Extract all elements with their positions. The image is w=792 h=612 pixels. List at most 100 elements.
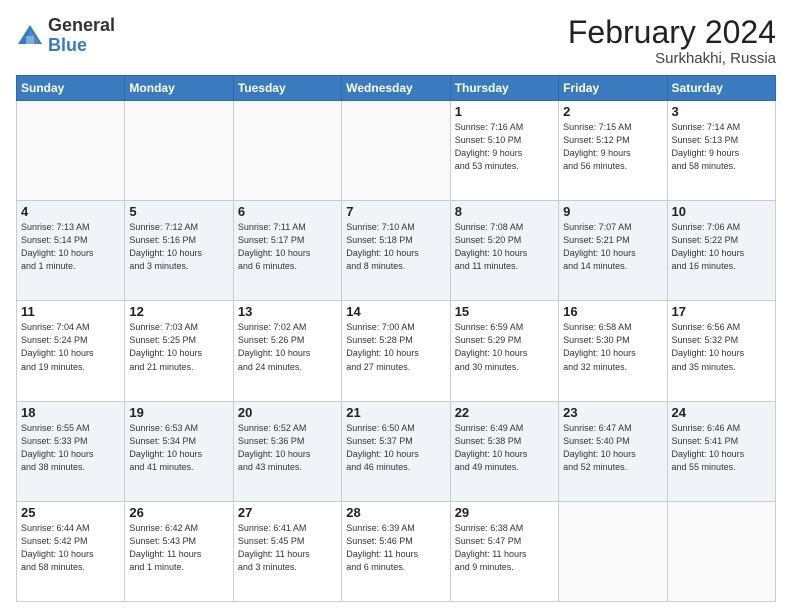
table-row: 28 Sunrise: 6:39 AM Sunset: 5:46 PM Dayli… bbox=[342, 501, 450, 601]
title-month: February 2024 bbox=[568, 16, 776, 48]
cell-info: Sunrise: 6:58 AM Sunset: 5:30 PM Dayligh… bbox=[563, 321, 662, 373]
logo-general-text: General bbox=[48, 15, 115, 35]
table-row: 19Sunrise: 6:53 AM Sunset: 5:34 PM Dayli… bbox=[125, 401, 233, 501]
calendar-row-1: 4 Sunrise: 7:13 AM Sunset: 5:14 PM Daylig… bbox=[17, 201, 776, 301]
table-row: 5 Sunrise: 7:12 AM Sunset: 5:16 PM Daylig… bbox=[125, 201, 233, 301]
cell-info: Sunrise: 6:52 AM Sunset: 5:36 PM Dayligh… bbox=[238, 422, 337, 474]
cell-day-number: 24 bbox=[672, 405, 771, 420]
table-row: 26 Sunrise: 6:42 AM Sunset: 5:43 PM Dayli… bbox=[125, 501, 233, 601]
cell-day-number: 7 bbox=[346, 204, 445, 219]
table-row: 10Sunrise: 7:06 AM Sunset: 5:22 PM Dayli… bbox=[667, 201, 775, 301]
table-row: 23Sunrise: 6:47 AM Sunset: 5:40 PM Dayli… bbox=[559, 401, 667, 501]
cell-info: Sunrise: 7:07 AM Sunset: 5:21 PM Dayligh… bbox=[563, 221, 662, 273]
cell-day-number: 3 bbox=[672, 104, 771, 119]
cell-day-number: 28 bbox=[346, 505, 445, 520]
cell-info: Sunrise: 6:44 AM Sunset: 5:42 PM Dayligh… bbox=[21, 522, 120, 574]
cell-info: Sunrise: 7:10 AM Sunset: 5:18 PM Dayligh… bbox=[346, 221, 445, 273]
table-row: 11 Sunrise: 7:04 AM Sunset: 5:24 PM Dayli… bbox=[17, 301, 125, 401]
table-row bbox=[559, 501, 667, 601]
col-sunday: Sunday bbox=[17, 76, 125, 101]
cell-info: Sunrise: 6:41 AM Sunset: 5:45 PM Dayligh… bbox=[238, 522, 337, 574]
table-row: 16Sunrise: 6:58 AM Sunset: 5:30 PM Dayli… bbox=[559, 301, 667, 401]
cell-info: Sunrise: 6:39 AM Sunset: 5:46 PM Dayligh… bbox=[346, 522, 445, 574]
cell-day-number: 10 bbox=[672, 204, 771, 219]
table-row: 1Sunrise: 7:16 AM Sunset: 5:10 PM Daylig… bbox=[450, 101, 558, 201]
col-tuesday: Tuesday bbox=[233, 76, 341, 101]
cell-day-number: 13 bbox=[238, 304, 337, 319]
cell-day-number: 27 bbox=[238, 505, 337, 520]
cell-day-number: 23 bbox=[563, 405, 662, 420]
cell-day-number: 11 bbox=[21, 304, 120, 319]
table-row: 14Sunrise: 7:00 AM Sunset: 5:28 PM Dayli… bbox=[342, 301, 450, 401]
col-wednesday: Wednesday bbox=[342, 76, 450, 101]
calendar-header-row: Sunday Monday Tuesday Wednesday Thursday… bbox=[17, 76, 776, 101]
cell-day-number: 12 bbox=[129, 304, 228, 319]
cell-day-number: 22 bbox=[455, 405, 554, 420]
cell-info: Sunrise: 7:00 AM Sunset: 5:28 PM Dayligh… bbox=[346, 321, 445, 373]
logo-text: General Blue bbox=[48, 16, 115, 56]
cell-info: Sunrise: 7:15 AM Sunset: 5:12 PM Dayligh… bbox=[563, 121, 662, 173]
cell-info: Sunrise: 6:49 AM Sunset: 5:38 PM Dayligh… bbox=[455, 422, 554, 474]
table-row: 27 Sunrise: 6:41 AM Sunset: 5:45 PM Dayli… bbox=[233, 501, 341, 601]
cell-info: Sunrise: 7:02 AM Sunset: 5:26 PM Dayligh… bbox=[238, 321, 337, 373]
table-row bbox=[667, 501, 775, 601]
cell-day-number: 9 bbox=[563, 204, 662, 219]
cell-day-number: 25 bbox=[21, 505, 120, 520]
table-row: 15 Sunrise: 6:59 AM Sunset: 5:29 PM Dayli… bbox=[450, 301, 558, 401]
cell-day-number: 18 bbox=[21, 405, 120, 420]
table-row: 21 Sunrise: 6:50 AM Sunset: 5:37 PM Dayli… bbox=[342, 401, 450, 501]
table-row bbox=[125, 101, 233, 201]
cell-day-number: 15 bbox=[455, 304, 554, 319]
cell-day-number: 20 bbox=[238, 405, 337, 420]
table-row: 3Sunrise: 7:14 AM Sunset: 5:13 PM Daylig… bbox=[667, 101, 775, 201]
table-row: 13 Sunrise: 7:02 AM Sunset: 5:26 PM Dayli… bbox=[233, 301, 341, 401]
calendar-row-0: 1Sunrise: 7:16 AM Sunset: 5:10 PM Daylig… bbox=[17, 101, 776, 201]
cell-day-number: 21 bbox=[346, 405, 445, 420]
logo: General Blue bbox=[16, 16, 115, 56]
cell-info: Sunrise: 7:03 AM Sunset: 5:25 PM Dayligh… bbox=[129, 321, 228, 373]
page: General Blue February 2024 Surkhakhi, Ru… bbox=[0, 0, 792, 612]
title-block: February 2024 Surkhakhi, Russia bbox=[568, 16, 776, 67]
col-saturday: Saturday bbox=[667, 76, 775, 101]
cell-info: Sunrise: 6:38 AM Sunset: 5:47 PM Dayligh… bbox=[455, 522, 554, 574]
logo-icon bbox=[16, 22, 44, 50]
table-row: 24 Sunrise: 6:46 AM Sunset: 5:41 PM Dayli… bbox=[667, 401, 775, 501]
table-row: 12 Sunrise: 7:03 AM Sunset: 5:25 PM Dayli… bbox=[125, 301, 233, 401]
cell-info: Sunrise: 6:50 AM Sunset: 5:37 PM Dayligh… bbox=[346, 422, 445, 474]
table-row: 7 Sunrise: 7:10 AM Sunset: 5:18 PM Daylig… bbox=[342, 201, 450, 301]
cell-info: Sunrise: 7:11 AM Sunset: 5:17 PM Dayligh… bbox=[238, 221, 337, 273]
cell-info: Sunrise: 7:08 AM Sunset: 5:20 PM Dayligh… bbox=[455, 221, 554, 273]
calendar-row-2: 11 Sunrise: 7:04 AM Sunset: 5:24 PM Dayli… bbox=[17, 301, 776, 401]
cell-info: Sunrise: 6:56 AM Sunset: 5:32 PM Dayligh… bbox=[672, 321, 771, 373]
cell-day-number: 5 bbox=[129, 204, 228, 219]
table-row bbox=[342, 101, 450, 201]
header: General Blue February 2024 Surkhakhi, Ru… bbox=[16, 16, 776, 67]
cell-day-number: 17 bbox=[672, 304, 771, 319]
calendar-table: Sunday Monday Tuesday Wednesday Thursday… bbox=[16, 75, 776, 602]
table-row: 17 Sunrise: 6:56 AM Sunset: 5:32 PM Dayli… bbox=[667, 301, 775, 401]
calendar-row-4: 25 Sunrise: 6:44 AM Sunset: 5:42 PM Dayli… bbox=[17, 501, 776, 601]
table-row: 2Sunrise: 7:15 AM Sunset: 5:12 PM Daylig… bbox=[559, 101, 667, 201]
table-row: 20 Sunrise: 6:52 AM Sunset: 5:36 PM Dayli… bbox=[233, 401, 341, 501]
cell-info: Sunrise: 6:59 AM Sunset: 5:29 PM Dayligh… bbox=[455, 321, 554, 373]
table-row: 25 Sunrise: 6:44 AM Sunset: 5:42 PM Dayli… bbox=[17, 501, 125, 601]
cell-info: Sunrise: 7:16 AM Sunset: 5:10 PM Dayligh… bbox=[455, 121, 554, 173]
cell-day-number: 8 bbox=[455, 204, 554, 219]
title-location: Surkhakhi, Russia bbox=[568, 50, 776, 67]
table-row bbox=[17, 101, 125, 201]
calendar-row-3: 18Sunrise: 6:55 AM Sunset: 5:33 PM Dayli… bbox=[17, 401, 776, 501]
cell-info: Sunrise: 6:42 AM Sunset: 5:43 PM Dayligh… bbox=[129, 522, 228, 574]
cell-info: Sunrise: 6:53 AM Sunset: 5:34 PM Dayligh… bbox=[129, 422, 228, 474]
cell-info: Sunrise: 7:12 AM Sunset: 5:16 PM Dayligh… bbox=[129, 221, 228, 273]
cell-day-number: 4 bbox=[21, 204, 120, 219]
table-row: 4 Sunrise: 7:13 AM Sunset: 5:14 PM Daylig… bbox=[17, 201, 125, 301]
table-row: 9 Sunrise: 7:07 AM Sunset: 5:21 PM Daylig… bbox=[559, 201, 667, 301]
cell-info: Sunrise: 7:13 AM Sunset: 5:14 PM Dayligh… bbox=[21, 221, 120, 273]
cell-info: Sunrise: 7:04 AM Sunset: 5:24 PM Dayligh… bbox=[21, 321, 120, 373]
table-row: 8 Sunrise: 7:08 AM Sunset: 5:20 PM Daylig… bbox=[450, 201, 558, 301]
cell-day-number: 29 bbox=[455, 505, 554, 520]
cell-day-number: 26 bbox=[129, 505, 228, 520]
col-monday: Monday bbox=[125, 76, 233, 101]
cell-info: Sunrise: 6:46 AM Sunset: 5:41 PM Dayligh… bbox=[672, 422, 771, 474]
table-row: 18Sunrise: 6:55 AM Sunset: 5:33 PM Dayli… bbox=[17, 401, 125, 501]
